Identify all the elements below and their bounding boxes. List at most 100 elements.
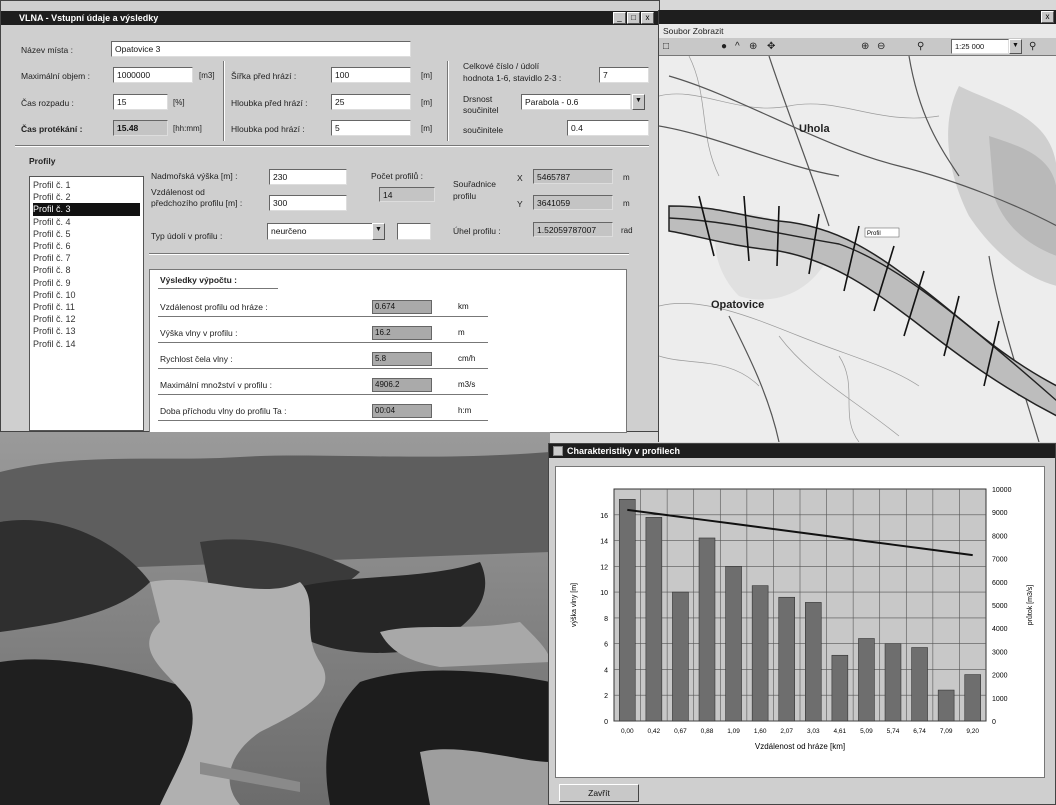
coefficient-input[interactable]: 0.4 [567,120,649,136]
depth-before-input[interactable]: 25 [331,94,411,110]
chevron-down-icon[interactable]: ▼ [632,94,645,110]
max-volume-input[interactable]: 1000000 [113,67,193,83]
angle-value: 1.52059787007 [533,222,613,237]
pointer-icon[interactable]: ^ [735,41,740,52]
place-input[interactable]: Opatovice 3 [111,41,411,57]
close-button[interactable]: Zavřít [559,784,639,802]
bar [645,517,663,722]
flow-time-label: Čas protékání : [21,124,83,134]
list-item[interactable]: Profil č. 13 [33,325,140,337]
list-item[interactable]: Profil č. 5 [33,228,140,240]
list-item[interactable]: Profil č. 9 [33,277,140,289]
flow-time-unit: [hh:mm] [173,124,202,133]
chevron-down-icon[interactable]: ▼ [372,223,385,240]
x-label: X [517,173,523,183]
result-label: Doba příchodu vlny do profilu Ta : [160,406,287,416]
x-unit: m [623,173,630,182]
x-tick-label: 3,03 [807,728,820,735]
coefficient-label: součinitele [463,125,504,135]
divider [158,368,488,370]
x-tick-label: 5,09 [860,728,873,735]
x-tick-label: 0,00 [621,728,634,735]
maximize-button[interactable]: □ [627,12,640,24]
x-tick-label: 6,74 [913,728,926,735]
y2-tick-label: 3000 [992,649,1008,656]
dam-width-input[interactable]: 100 [331,67,411,83]
map-view[interactable]: Profil Uhola Opatovice [659,56,1056,442]
search-icon[interactable]: ⚲ [917,41,924,52]
valley-value-input[interactable]: 7 [599,67,649,83]
breach-time-input[interactable]: 15 [113,94,168,110]
angle-unit: rad [621,226,633,235]
main-window: VLNA - Vstupní údaje a výsledky _ □ x Ná… [0,0,660,433]
minimize-button[interactable]: _ [613,12,626,24]
depth-after-label: Hloubka pod hrází : [231,124,305,134]
magnifier-icon[interactable]: ⚲ [1029,41,1036,52]
coords-label: Souřadnice [453,179,497,189]
y-tick-label: 6 [604,642,608,649]
y2-tick-label: 2000 [992,673,1008,680]
x-tick-label: 0,42 [648,728,661,735]
divider [158,316,488,318]
divider [158,288,278,290]
roughness-label: Drsnost [463,94,493,104]
valley-number-label: Celkové číslo / údolí [463,61,540,71]
x-tick-label: 5,74 [887,728,900,735]
zoom-in-icon[interactable]: ⊕ [861,41,869,52]
roughness-select[interactable]: Parabola - 0.6 [521,94,631,110]
zoom-icon[interactable]: ⊕ [749,41,757,52]
y2-tick-label: 6000 [992,580,1008,587]
altitude-input[interactable]: 230 [269,169,347,185]
profile-list[interactable]: Profil č. 1 Profil č. 2 Profil č. 3 Profil … [29,176,144,431]
max-volume-unit: [m3] [199,71,215,80]
record-icon[interactable]: ● [721,41,727,52]
y2-tick-label: 1000 [992,696,1008,703]
x-tick-label: 4,61 [834,728,847,735]
result-label: Maximální množství v profilu : [160,380,272,390]
list-item[interactable]: Profil č. 11 [33,301,140,313]
chevron-down-icon[interactable]: ▼ [1009,39,1022,54]
main-window-titlebar: VLNA - Vstupní údaje a výsledky [1,11,659,25]
list-item[interactable]: Profil č. 1 [33,179,140,191]
bar [751,585,769,722]
divider [149,253,629,255]
x-tick-label: 0,88 [701,728,714,735]
x-tick-label: 0,67 [674,728,687,735]
y2-tick-label: 0 [992,719,996,726]
new-icon[interactable]: □ [663,41,669,52]
dam-width-label: Šířka před hrází : [231,71,297,81]
profile-count-label: Počet profilů : [371,171,423,181]
list-item[interactable]: Profil č. 8 [33,264,140,276]
depth-after-input[interactable]: 5 [331,120,411,136]
zoom-out-icon[interactable]: ⊖ [877,41,885,52]
x-axis-label: Vzdálenost od hráze [km] [755,742,845,751]
list-item[interactable]: Profil č. 10 [33,289,140,301]
x-tick-label: 1,09 [727,728,740,735]
map-menu[interactable]: Soubor Zobrazit [663,26,723,36]
list-item[interactable]: Profil č. 14 [33,338,140,350]
zoom-select[interactable]: 1:25 000 [951,39,1009,54]
distance-input[interactable]: 300 [269,195,347,211]
graph-window-titlebar: Charakteristiky v profilech [549,444,1055,458]
type-extra-input[interactable] [397,223,431,240]
list-item[interactable]: Profil č. 12 [33,313,140,325]
profiles-heading: Profily [29,156,56,166]
list-item[interactable]: Profil č. 2 [33,191,140,203]
close-window-button[interactable]: x [1041,11,1054,23]
pan-icon[interactable]: ✥ [767,41,775,52]
divider [223,61,225,141]
depth-before-label: Hloubka před hrází : [231,98,308,108]
list-item[interactable]: Profil č. 6 [33,240,140,252]
y2-tick-label: 7000 [992,557,1008,564]
result-value: 4906.2 [372,378,432,392]
list-item[interactable]: Profil č. 7 [33,252,140,264]
type-select[interactable]: neurčeno [267,223,373,240]
results-heading: Výsledky výpočtu : [160,275,238,285]
graph-window-title: Charakteristiky v profilech [567,446,681,456]
list-item[interactable]: Profil č. 3 [33,203,140,216]
distance-label: Vzdálenost od [151,187,205,197]
list-item[interactable]: Profil č. 4 [33,216,140,228]
y-coordinate-value: 3641059 [533,195,613,210]
bar [805,602,822,722]
close-window-button[interactable]: x [641,12,654,24]
